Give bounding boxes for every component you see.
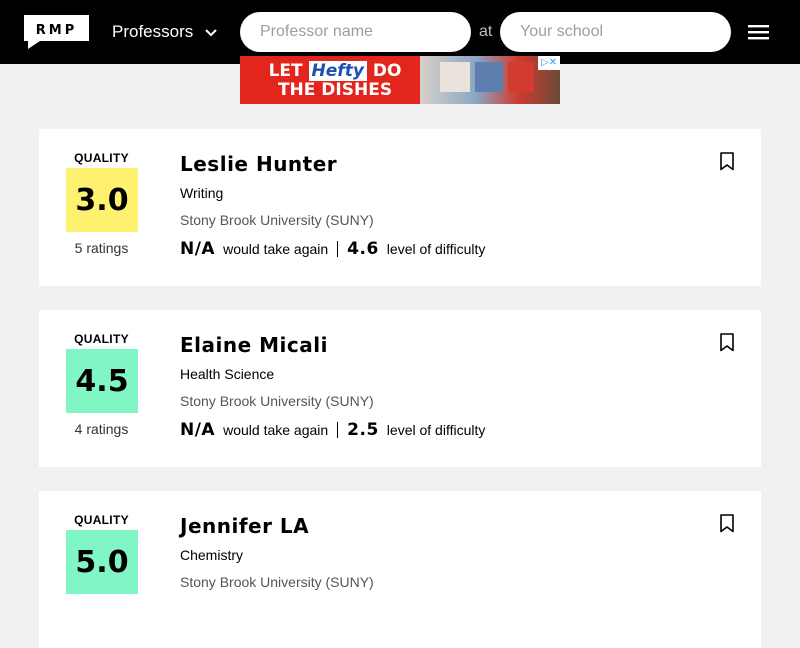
stats-divider	[337, 241, 339, 257]
professors-dropdown-label: Professors	[112, 22, 194, 41]
professor-department: Health Science	[180, 366, 275, 382]
stats-divider	[337, 422, 339, 438]
difficulty-value: 4.6	[347, 239, 379, 259]
quality-rating: 5.0	[66, 530, 138, 594]
professor-name: Leslie Hunter	[180, 152, 338, 176]
professor-department: Chemistry	[180, 547, 244, 563]
professor-school: Stony Brook University (SUNY)	[180, 393, 374, 409]
professor-stats: N/A would take again 4.6 level of diffic…	[180, 239, 485, 259]
hamburger-menu-icon[interactable]	[748, 22, 769, 42]
difficulty-label: level of difficulty	[386, 422, 486, 438]
would-take-again-label: would take again	[223, 241, 329, 257]
would-take-again-label: would take again	[223, 422, 329, 438]
school-search-input[interactable]	[500, 12, 731, 52]
professor-card[interactable]: QUALITY 5.0 Jennifer LA Chemistry Stony …	[39, 491, 761, 648]
professor-search-input[interactable]	[240, 12, 471, 52]
quality-rating: 4.5	[66, 349, 138, 413]
ad-headline: LET Hefty DO THE DISHES	[268, 61, 402, 100]
difficulty-label: level of difficulty	[386, 241, 486, 257]
quality-label: QUALITY	[74, 151, 129, 165]
ratings-count: 4 ratings	[74, 421, 129, 437]
professor-name: Jennifer LA	[180, 514, 310, 538]
professor-department: Writing	[180, 185, 224, 201]
would-take-again-value: N/A	[180, 239, 216, 259]
bookmark-icon[interactable]	[720, 152, 734, 171]
professor-school: Stony Brook University (SUNY)	[180, 574, 374, 590]
ratings-count: 5 ratings	[74, 240, 129, 256]
professor-card[interactable]: QUALITY 4.5 4 ratings Elaine Micali Heal…	[39, 310, 761, 467]
rmp-logo[interactable]: RMP	[24, 15, 89, 49]
logo-text: RMP	[36, 23, 77, 38]
ad-choices-icon[interactable]: ▷✕	[538, 56, 560, 70]
quality-label: QUALITY	[74, 332, 129, 346]
quality-rating: 3.0	[66, 168, 138, 232]
professor-name: Elaine Micali	[180, 333, 328, 357]
professor-stats: N/A would take again 2.5 level of diffic…	[180, 420, 485, 440]
chevron-down-icon	[205, 29, 217, 37]
quality-label: QUALITY	[74, 513, 129, 527]
difficulty-value: 2.5	[347, 420, 379, 440]
bookmark-icon[interactable]	[720, 333, 734, 352]
top-nav-bar: RMP Professors at	[0, 0, 800, 64]
at-label: at	[479, 23, 493, 40]
advertisement-banner[interactable]: LET Hefty DO THE DISHES ▷✕	[240, 56, 560, 104]
professor-card[interactable]: QUALITY 3.0 5 ratings Leslie Hunter Writ…	[39, 129, 761, 286]
professors-dropdown[interactable]: Professors	[112, 20, 219, 44]
would-take-again-value: N/A	[180, 420, 216, 440]
bookmark-icon[interactable]	[720, 514, 734, 533]
professor-school: Stony Brook University (SUNY)	[180, 212, 374, 228]
ad-brand-logo: Hefty	[308, 61, 367, 81]
